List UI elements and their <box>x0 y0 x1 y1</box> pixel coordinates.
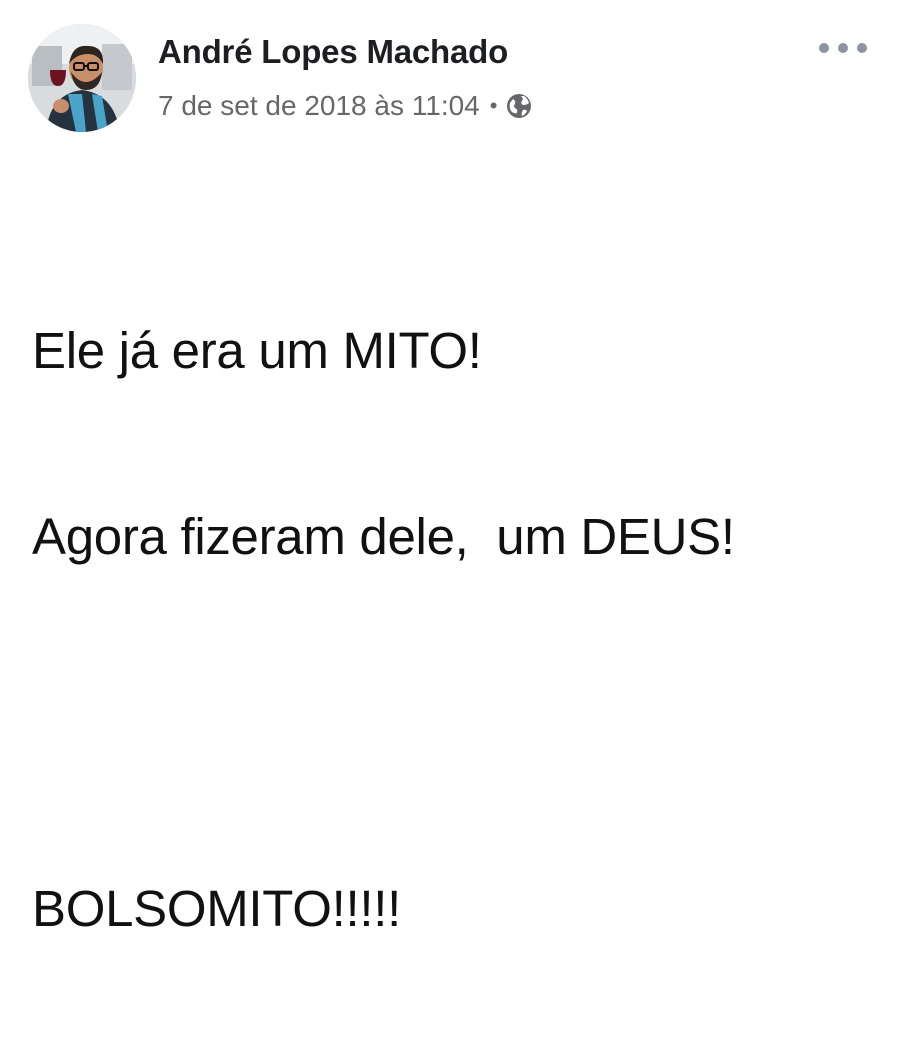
post-line-blank <box>32 692 735 754</box>
more-options-button[interactable] <box>819 34 867 62</box>
post-meta: 7 de set de 2018 às 11:04 • <box>158 88 533 124</box>
post-line: BOLSOMITO!!!!! <box>32 880 401 937</box>
post-line: Agora fizeram dele, um DEUS! <box>32 508 735 565</box>
facebook-post: André Lopes Machado 7 de set de 2018 às … <box>0 0 897 937</box>
post-line: Ele já era um MITO! <box>32 322 482 379</box>
post-timestamp[interactable]: 7 de set de 2018 às 11:04 <box>158 90 480 122</box>
globe-icon[interactable] <box>505 92 533 120</box>
more-dot-icon <box>819 43 829 53</box>
avatar[interactable] <box>28 24 136 132</box>
more-dot-icon <box>838 43 848 53</box>
profile-photo-icon <box>28 24 136 132</box>
author-name[interactable]: André Lopes Machado <box>158 33 508 71</box>
meta-separator: • <box>489 93 498 118</box>
more-dot-icon <box>857 43 867 53</box>
post-body: Ele já era um MITO! Agora fizeram dele, … <box>32 196 735 1064</box>
